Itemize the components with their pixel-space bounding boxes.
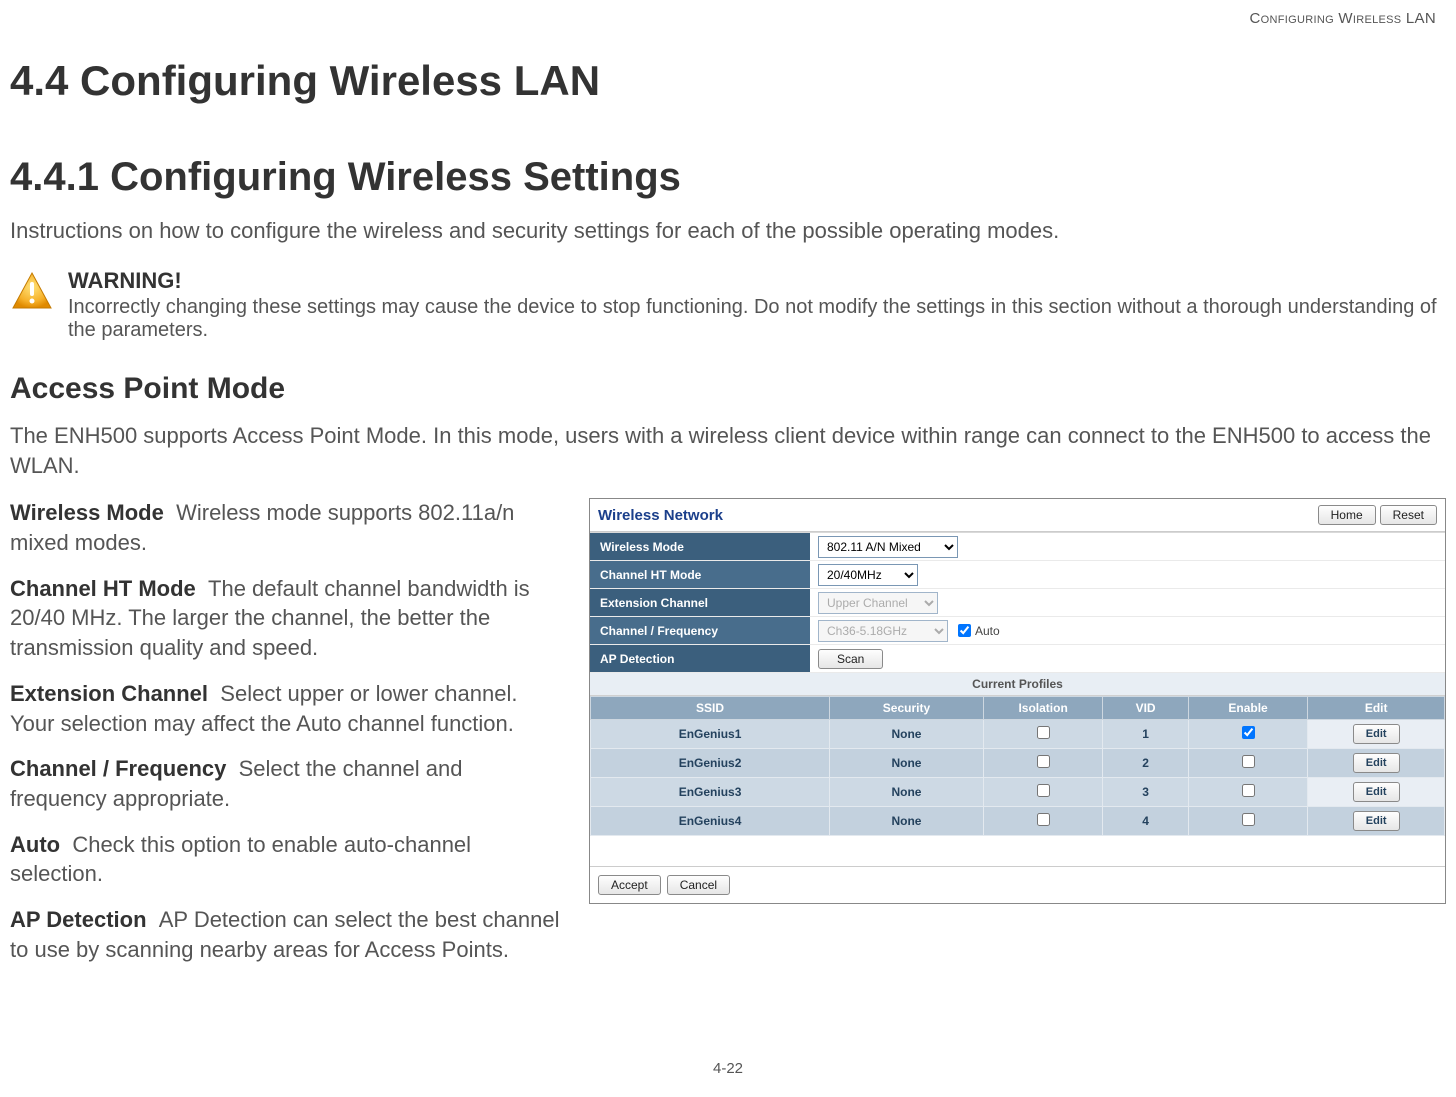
cell-vid: 1 [1103, 720, 1188, 749]
cell-security: None [830, 778, 984, 807]
cell-enable [1188, 720, 1308, 749]
def-term: Channel HT Mode [10, 576, 196, 601]
row-label-wireless-mode: Wireless Mode [590, 533, 810, 560]
col-ssid: SSID [591, 697, 830, 720]
def-body: Check this option to enable auto-channel… [10, 832, 471, 887]
extension-channel-select[interactable]: Upper Channel [818, 592, 938, 614]
cell-enable [1188, 807, 1308, 836]
edit-button[interactable]: Edit [1353, 724, 1400, 744]
enable-checkbox[interactable] [1242, 813, 1255, 826]
cell-ssid: EnGenius3 [591, 778, 830, 807]
table-row: EnGenius3None 3 Edit [591, 778, 1445, 807]
def-term: Wireless Mode [10, 500, 164, 525]
cell-vid: 2 [1103, 749, 1188, 778]
cancel-button[interactable]: Cancel [667, 875, 730, 895]
col-enable: Enable [1188, 697, 1308, 720]
enable-checkbox[interactable] [1242, 784, 1255, 797]
cell-security: None [830, 749, 984, 778]
isolation-checkbox[interactable] [1037, 755, 1050, 768]
row-label-channel-frequency: Channel / Frequency [590, 617, 810, 644]
ap-mode-intro: The ENH500 supports Access Point Mode. I… [10, 421, 1446, 480]
accept-button[interactable]: Accept [598, 875, 661, 895]
def-term: Extension Channel [10, 681, 208, 706]
home-button[interactable]: Home [1318, 505, 1376, 525]
cell-enable [1188, 749, 1308, 778]
heading-2: 4.4.1 Configuring Wireless Settings [10, 155, 1446, 200]
edit-button[interactable]: Edit [1353, 782, 1400, 802]
cell-isolation [983, 807, 1103, 836]
profiles-table: SSID Security Isolation VID Enable Edit … [590, 696, 1445, 836]
definition-item: Channel HT Mode The default channel band… [10, 574, 565, 663]
isolation-checkbox[interactable] [1037, 813, 1050, 826]
cell-edit: Edit [1308, 807, 1445, 836]
edit-button[interactable]: Edit [1353, 753, 1400, 773]
definition-item: AP Detection AP Detection can select the… [10, 905, 565, 964]
channel-ht-mode-select[interactable]: 20/40MHz [818, 564, 918, 586]
cell-isolation [983, 720, 1103, 749]
running-header: Configuring Wireless LAN [10, 10, 1446, 27]
col-isolation: Isolation [983, 697, 1103, 720]
definition-item: Auto Check this option to enable auto-ch… [10, 830, 565, 889]
col-security: Security [830, 697, 984, 720]
cell-vid: 3 [1103, 778, 1188, 807]
warning-callout: WARNING! Incorrectly changing these sett… [10, 268, 1446, 342]
isolation-checkbox[interactable] [1037, 784, 1050, 797]
row-label-channel-ht-mode: Channel HT Mode [590, 561, 810, 588]
def-term: AP Detection [10, 907, 147, 932]
channel-frequency-select[interactable]: Ch36-5.18GHz [818, 620, 948, 642]
table-row: EnGenius4None 4 Edit [591, 807, 1445, 836]
page-number: 4-22 [10, 1060, 1446, 1077]
auto-channel-checkbox[interactable] [958, 624, 971, 637]
def-term: Channel / Frequency [10, 756, 226, 781]
scan-button[interactable]: Scan [818, 649, 883, 669]
wireless-network-panel: Wireless Network Home Reset Wireless Mod… [589, 498, 1446, 904]
col-edit: Edit [1308, 697, 1445, 720]
row-label-extension-channel: Extension Channel [590, 589, 810, 616]
cell-ssid: EnGenius4 [591, 807, 830, 836]
intro-paragraph: Instructions on how to configure the wir… [10, 218, 1446, 244]
heading-1: 4.4 Configuring Wireless LAN [10, 57, 1446, 105]
warning-icon [10, 270, 54, 314]
cell-security: None [830, 807, 984, 836]
cell-vid: 4 [1103, 807, 1188, 836]
edit-button[interactable]: Edit [1353, 811, 1400, 831]
reset-button[interactable]: Reset [1380, 505, 1437, 525]
auto-channel-check[interactable]: Auto [958, 624, 1000, 638]
definitions-column: Wireless Mode Wireless mode supports 802… [10, 498, 565, 980]
warning-body: Incorrectly changing these settings may … [68, 296, 1446, 342]
cell-ssid: EnGenius2 [591, 749, 830, 778]
col-vid: VID [1103, 697, 1188, 720]
current-profiles-header: Current Profiles [590, 673, 1445, 696]
row-label-ap-detection: AP Detection [590, 645, 810, 672]
heading-3: Access Point Mode [10, 372, 1446, 406]
cell-edit: Edit [1308, 778, 1445, 807]
cell-isolation [983, 778, 1103, 807]
cell-edit: Edit [1308, 720, 1445, 749]
table-row: EnGenius1None 1 Edit [591, 720, 1445, 749]
cell-edit: Edit [1308, 749, 1445, 778]
enable-checkbox[interactable] [1242, 726, 1255, 739]
isolation-checkbox[interactable] [1037, 726, 1050, 739]
cell-enable [1188, 778, 1308, 807]
wireless-mode-select[interactable]: 802.11 A/N Mixed [818, 536, 958, 558]
cell-isolation [983, 749, 1103, 778]
table-row: EnGenius2None 2 Edit [591, 749, 1445, 778]
enable-checkbox[interactable] [1242, 755, 1255, 768]
auto-channel-label: Auto [975, 624, 1000, 638]
warning-title: WARNING! [68, 268, 1446, 294]
def-term: Auto [10, 832, 60, 857]
definition-item: Wireless Mode Wireless mode supports 802… [10, 498, 565, 557]
definition-item: Channel / Frequency Select the channel a… [10, 754, 565, 813]
cell-security: None [830, 720, 984, 749]
cell-ssid: EnGenius1 [591, 720, 830, 749]
panel-title: Wireless Network [598, 507, 723, 524]
definition-item: Extension Channel Select upper or lower … [10, 679, 565, 738]
